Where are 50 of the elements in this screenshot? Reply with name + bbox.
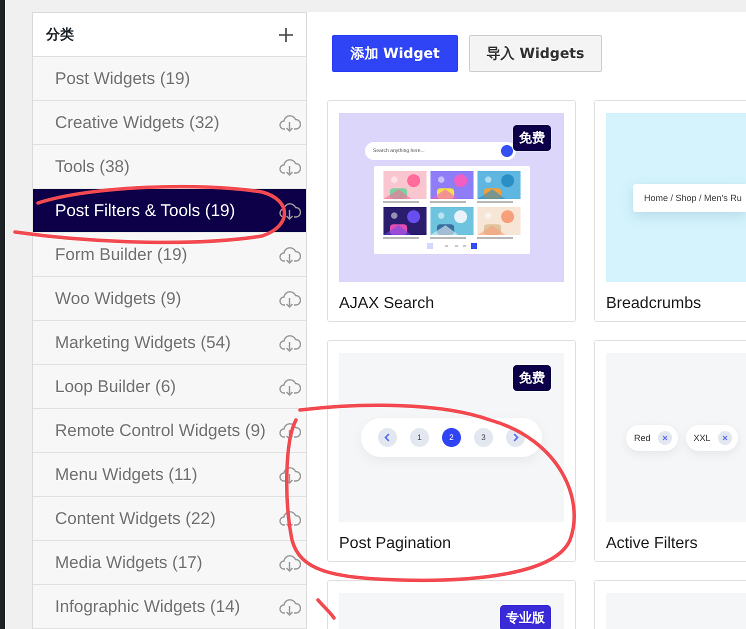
category-item[interactable]: Woo Widgets (9): [33, 277, 306, 321]
next-icon: [506, 428, 525, 447]
chip-label: XXL: [694, 432, 711, 442]
category-item[interactable]: Media Widgets (17): [33, 541, 306, 585]
add-widget-button[interactable]: 添加 Widget: [332, 35, 458, 72]
page-number[interactable]: 3: [474, 428, 493, 447]
category-item[interactable]: Infographic Widgets (14): [33, 585, 306, 629]
category-item[interactable]: Remote Control Widgets (9): [33, 409, 306, 453]
category-item[interactable]: Menu Widgets (11): [33, 453, 306, 497]
plan-label: 专业版: [500, 605, 551, 629]
caption-line: [476, 200, 512, 202]
category-item[interactable]: Creative Widgets (32): [33, 101, 306, 145]
panel-title: 分类: [46, 26, 74, 44]
cloud-download-icon[interactable]: [279, 465, 301, 484]
plan-label: 免费: [513, 125, 551, 151]
widget-title: Active Filters: [606, 535, 699, 553]
widget-title: Breadcrumbs: [606, 295, 702, 313]
chip-label: Red: [634, 432, 651, 442]
add-icon[interactable]: [279, 28, 293, 42]
cloud-download-icon[interactable]: [279, 201, 301, 220]
widget-card[interactable]: Red XXL Active Filters: [594, 340, 746, 562]
cloud-download-icon[interactable]: [279, 421, 301, 440]
breadcrumb-text: Home / Shop / Men's Ru: [644, 192, 743, 202]
widget-title: Post Pagination: [339, 535, 452, 553]
category-item[interactable]: Loop Builder (6): [33, 365, 306, 409]
category-item[interactable]: Content Widgets (22): [33, 497, 306, 541]
close-icon: [658, 430, 672, 444]
caption-line: [430, 236, 466, 238]
page-number[interactable]: 2: [442, 428, 461, 447]
pager-drawing: [426, 242, 476, 248]
close-icon: [718, 430, 732, 444]
widget-title: AJAX Search: [339, 295, 436, 313]
search-button-icon: [501, 144, 513, 156]
category-item[interactable]: Form Builder (19): [33, 233, 306, 277]
category-item[interactable]: Marketing Widgets (54): [33, 321, 306, 365]
page-number[interactable]: 1: [410, 428, 429, 447]
widget-card[interactable]: 1 2 3 免费 Post Pagination: [327, 340, 576, 562]
caption-line: [382, 236, 418, 238]
widget-card[interactable]: Home / Shop / Men's Ru Breadcrumbs: [594, 100, 746, 322]
cloud-download-icon[interactable]: [279, 553, 301, 572]
previous-icon: [378, 428, 397, 447]
plan-label: 免费: [513, 365, 551, 391]
category-item[interactable]: Post Filters & Tools (19): [33, 189, 306, 233]
caption-line: [430, 200, 466, 202]
import-widgets-button[interactable]: 导入 Widgets: [469, 35, 602, 72]
category-item[interactable]: Post Widgets (19): [33, 57, 306, 101]
widget-card[interactable]: 专业版: [327, 580, 576, 629]
caption-line: [476, 236, 512, 238]
cloud-download-icon[interactable]: [279, 509, 301, 528]
caption-line: [382, 200, 418, 202]
